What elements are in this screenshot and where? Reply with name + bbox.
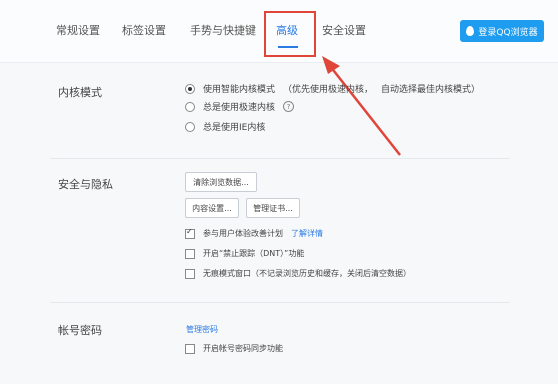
section-divider [50, 302, 510, 303]
manage-certificates-button[interactable]: 管理证书... [246, 198, 300, 218]
check-label: 开启“禁止跟踪（DNT）”功能 [203, 249, 305, 258]
check-label: 参与用户体验改善计划 [203, 229, 283, 238]
kernel-option-smart[interactable]: 使用智能内核模式 （优先使用极速内核， 自动选择最佳内核模式） [185, 82, 480, 95]
help-icon[interactable]: ? [283, 101, 295, 112]
account-password-title: 帐号密码 [58, 324, 102, 337]
manage-passwords-link[interactable]: 管理密码 [186, 324, 218, 335]
section-divider [50, 158, 510, 159]
radio-button[interactable] [185, 121, 195, 132]
clear-browsing-data-button[interactable]: 清除浏览数据... [185, 172, 257, 192]
radio-button[interactable] [185, 101, 195, 112]
check-user-experience[interactable]: 参与用户体验改善计划 了解详情 [185, 227, 323, 239]
security-privacy-title: 安全与隐私 [58, 178, 113, 191]
kernel-mode-title: 内核模式 [58, 86, 102, 99]
check-label: 开启帐号密码同步功能 [203, 344, 283, 353]
kernel-option-label: 使用智能内核模式 [203, 85, 276, 95]
kernel-option-note: （优先使用极速内核， [283, 85, 374, 95]
kernel-option-ie[interactable]: 总是使用IE内核 [185, 120, 265, 133]
checkbox[interactable] [185, 268, 195, 279]
check-private-mode[interactable]: 无痕模式窗口（不记录浏览历史和缓存，关闭后清空数据） [185, 268, 411, 279]
checkbox[interactable] [185, 343, 195, 354]
checkbox[interactable] [185, 248, 195, 259]
kernel-option-label: 总是使用极速内核 [203, 103, 276, 113]
kernel-option-label: 总是使用IE内核 [203, 123, 266, 133]
learn-more-link[interactable]: 了解详情 [291, 228, 323, 239]
kernel-option-webkit[interactable]: 总是使用极速内核 ? [185, 100, 295, 113]
check-label: 无痕模式窗口（不记录浏览历史和缓存，关闭后清空数据） [203, 269, 411, 278]
checkbox[interactable] [185, 227, 195, 239]
radio-button[interactable] [185, 83, 195, 94]
check-dnt[interactable]: 开启“禁止跟踪（DNT）”功能 [185, 248, 304, 259]
content-settings-button[interactable]: 内容设置... [185, 198, 239, 218]
check-password-sync[interactable]: 开启帐号密码同步功能 [185, 343, 283, 354]
kernel-option-note-link: 自动选择最佳内核模式） [381, 85, 481, 95]
